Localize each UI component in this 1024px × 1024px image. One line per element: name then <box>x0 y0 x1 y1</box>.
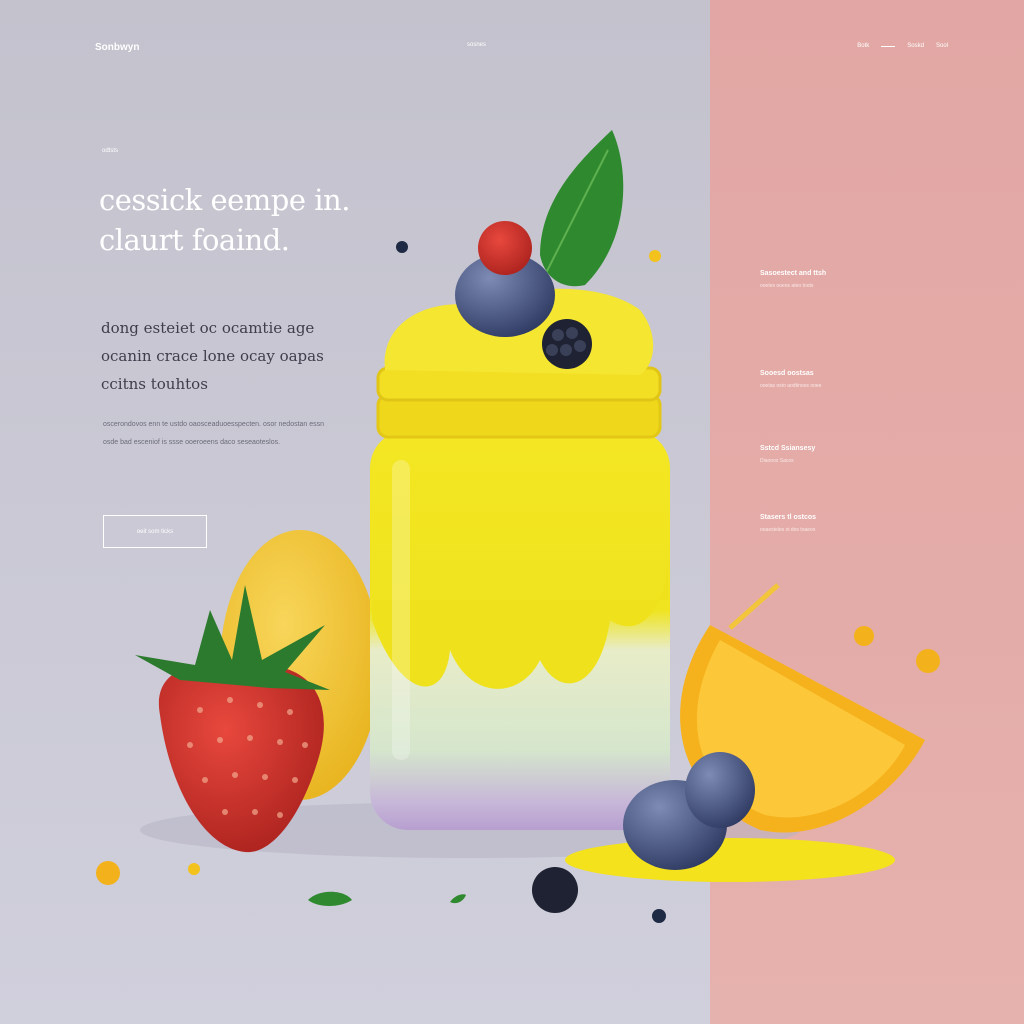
mango-dot <box>96 861 120 885</box>
raspberry-top <box>478 221 532 275</box>
berry-dot <box>652 909 666 923</box>
hero-kicker: odtsts <box>102 148 119 154</box>
sidebar-item-title: Sooesd oostsas <box>760 370 814 377</box>
sidebar-item[interactable]: Sstcd Ssiansesy Diaoeos Sacos <box>760 443 870 466</box>
sidebar-item[interactable]: Sooesd oostsas ooetas osto aodtinoos ooe… <box>760 368 870 391</box>
nav-center-link[interactable]: sosnes <box>467 42 486 48</box>
sidebar-item-title: Sasoestect and ttsh <box>760 270 827 277</box>
brand-logo[interactable]: Sonbwyn <box>95 42 139 53</box>
leaf-small <box>308 891 352 906</box>
sidebar-item[interactable]: Stasers tl ostcos ooaesteles oi dos toae… <box>760 512 870 535</box>
nav-link[interactable]: Soskd <box>907 43 924 49</box>
sidebar-item-subtitle: ooaesteles oi dos toaeos <box>760 527 816 533</box>
hero-illustration <box>96 130 940 923</box>
sidebar-item-subtitle: Diaoeos Sacos <box>760 458 794 464</box>
hero-body: oscerondovos enn te ustdo oaosceaduoessp… <box>103 421 325 446</box>
nav-link[interactable]: Sool <box>936 43 948 49</box>
mango-dot <box>854 626 874 646</box>
nav-divider <box>881 45 896 47</box>
blackberry-bottom <box>532 867 578 913</box>
sidebar-item-subtitle: ooetas osto aodtinoos ooee <box>760 383 822 389</box>
nav-right: Botk Soskd Sool <box>857 43 948 49</box>
mango-dot <box>916 649 940 673</box>
cta-button[interactable]: oeit som ticks <box>103 515 207 548</box>
mango-dot <box>188 863 200 875</box>
hero-subhead: dong esteiet oc ocamtie age ocanin crace… <box>101 319 324 393</box>
sidebar-item-title: Sstcd Ssiansesy <box>760 445 816 452</box>
nav-link[interactable]: Botk <box>857 43 869 49</box>
hero-headline: cessick eempe in. claurt foaind. <box>99 183 350 257</box>
smoothie-jar <box>370 366 670 830</box>
leaf-small <box>450 894 466 904</box>
mint-leaf <box>540 130 624 287</box>
yellow-puddle <box>565 838 895 882</box>
sidebar-item-subtitle: ooetes ooeos ateo toots <box>760 283 814 289</box>
sidebar-item-title: Stasers tl ostcos <box>760 514 817 521</box>
sidebar-item[interactable]: Sasoestect and ttsh ooetes ooeos ateo to… <box>760 268 870 291</box>
mango-dot <box>649 250 661 262</box>
blueberry-bottom-2 <box>685 752 755 828</box>
